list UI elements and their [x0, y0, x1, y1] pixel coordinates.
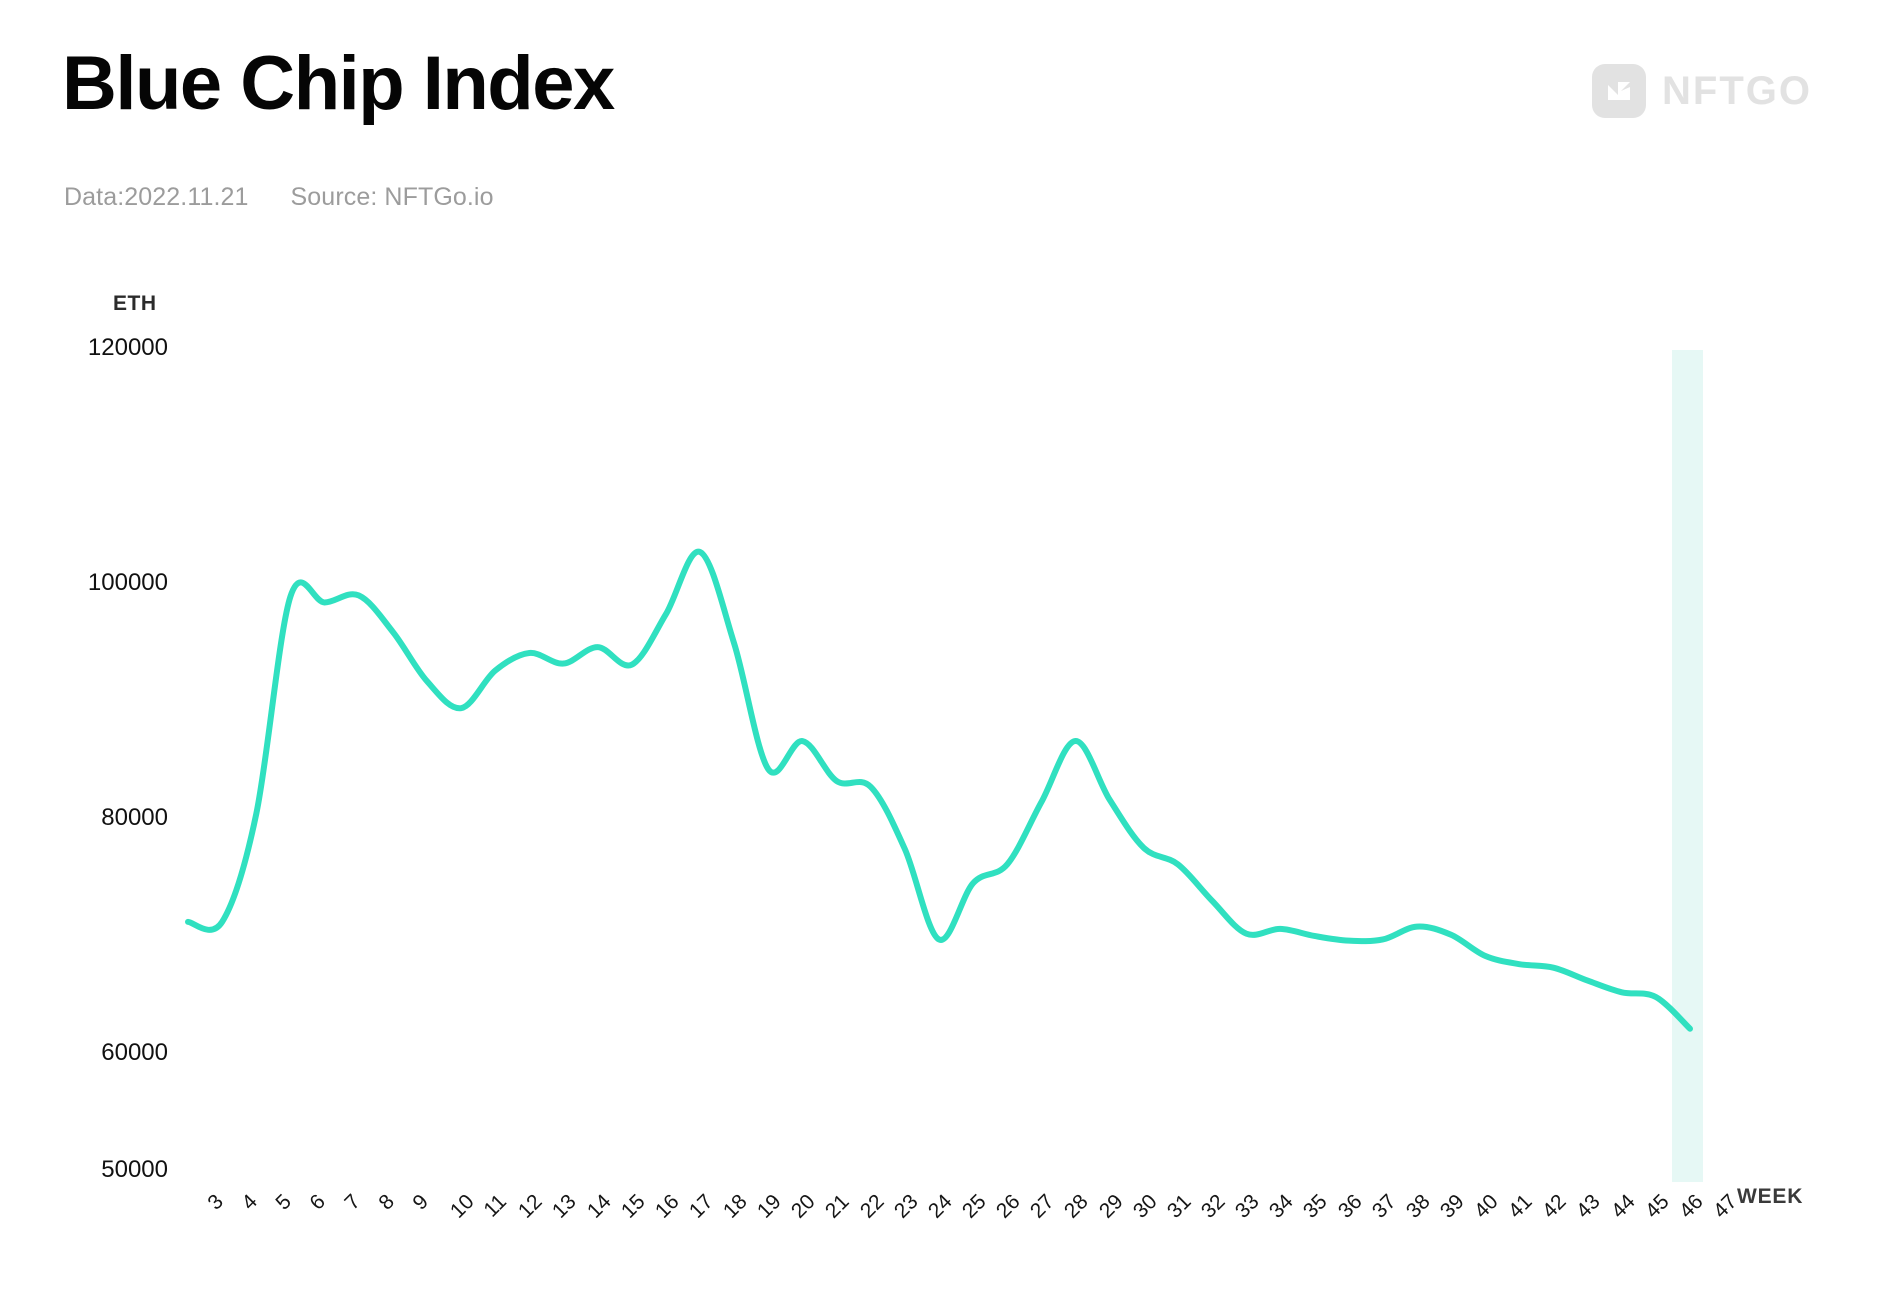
line-chart-plot — [185, 548, 1693, 1032]
series-line-blue-chip-index — [185, 548, 1693, 1032]
chart-area: ETH 120000 100000 80000 60000 50000 34567891… — [0, 0, 1880, 1305]
x-axis-title: WEEK — [1737, 1185, 1804, 1208]
